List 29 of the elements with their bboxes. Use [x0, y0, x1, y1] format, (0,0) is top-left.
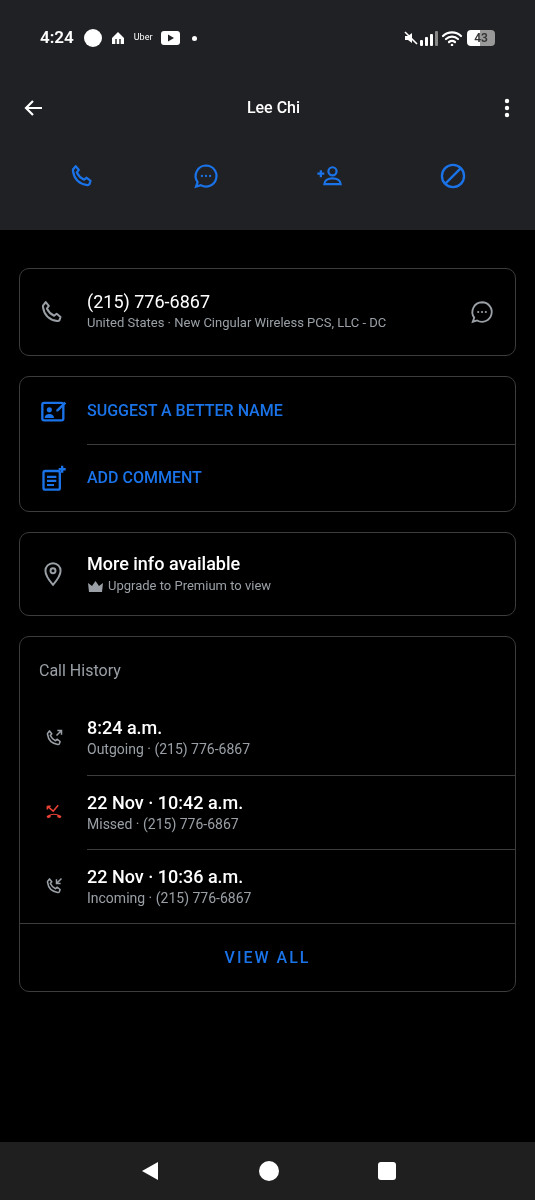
call-time: 22 Nov · 10:42 a.m. [87, 790, 245, 814]
message-icon[interactable] [469, 299, 495, 325]
play-icon [160, 31, 180, 45]
carrier-details: United States · New Cingular Wireless PCS, LLC - DC [87, 314, 388, 333]
recents-icon[interactable] [376, 1161, 397, 1181]
signal-icon [419, 30, 441, 46]
house-icon [109, 30, 126, 46]
view-all-link[interactable]: VIEW ALL [224, 945, 311, 970]
block-icon[interactable] [439, 162, 468, 190]
phone-number: (215) 776-6867 [87, 291, 212, 314]
info-title: More info available [87, 552, 242, 577]
premium-hint: Upgrade to Premium to view [108, 577, 272, 596]
uber-app-label: Uber [133, 31, 153, 45]
option-link[interactable]: SUGGEST A BETTER NAME [87, 398, 283, 423]
call-time: 8:24 a.m. [87, 716, 164, 739]
home-icon[interactable] [257, 1160, 280, 1182]
crown-icon [87, 579, 104, 593]
call-detail: Outgoing · (215) 776-6867 [87, 740, 252, 760]
contact-name: Lee Chi [245, 97, 302, 119]
add-note-icon [39, 463, 68, 492]
call-time: 22 Nov · 10:36 a.m. [87, 864, 245, 888]
chat-bubble-icon[interactable] [191, 162, 220, 190]
call-detail: Incoming · (215) 776-6867 [87, 888, 253, 908]
call-detail: Missed · (215) 776-6867 [87, 814, 240, 834]
status-time: 4:24 [40, 26, 74, 50]
mute-icon [403, 30, 419, 46]
wifi-icon [441, 30, 463, 46]
section-title: Call History [38, 660, 122, 682]
option-link[interactable]: ADD COMMENT [87, 466, 202, 490]
